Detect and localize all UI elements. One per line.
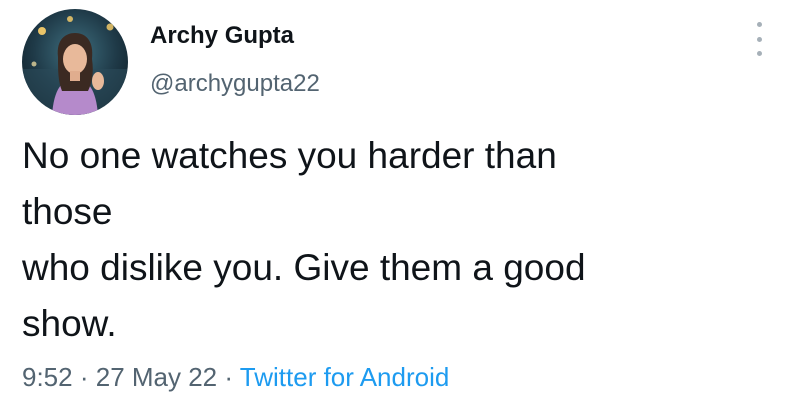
dot: [756, 36, 762, 42]
tweet-line: show.: [22, 303, 117, 344]
tweet-text: No one watches you harder than those who…: [22, 128, 742, 352]
tweet-time[interactable]: 9:52: [22, 362, 73, 392]
dot: [756, 51, 762, 56]
more-vertical-icon[interactable]: [752, 22, 766, 56]
tweet-line: those: [22, 191, 113, 232]
meta-separator: ·: [79, 362, 96, 392]
avatar-image: [22, 9, 128, 115]
author-handle[interactable]: @archygupta22: [150, 70, 320, 98]
tweet-line: No one watches you harder than: [22, 135, 557, 176]
tweet-line: who dislike you. Give them a good: [22, 247, 586, 288]
avatar[interactable]: [22, 9, 128, 115]
tweet-card: Archy Gupta @archygupta22 No one watches…: [0, 0, 800, 410]
author-name[interactable]: Archy Gupta: [150, 22, 294, 50]
meta-separator: ·: [224, 362, 240, 392]
dot: [756, 22, 762, 27]
tweet-date[interactable]: 27 May 22: [96, 362, 217, 392]
tweet-meta: 9:52 · 27 May 22 · Twitter for Android: [22, 362, 449, 393]
tweet-source-link[interactable]: Twitter for Android: [240, 362, 450, 392]
